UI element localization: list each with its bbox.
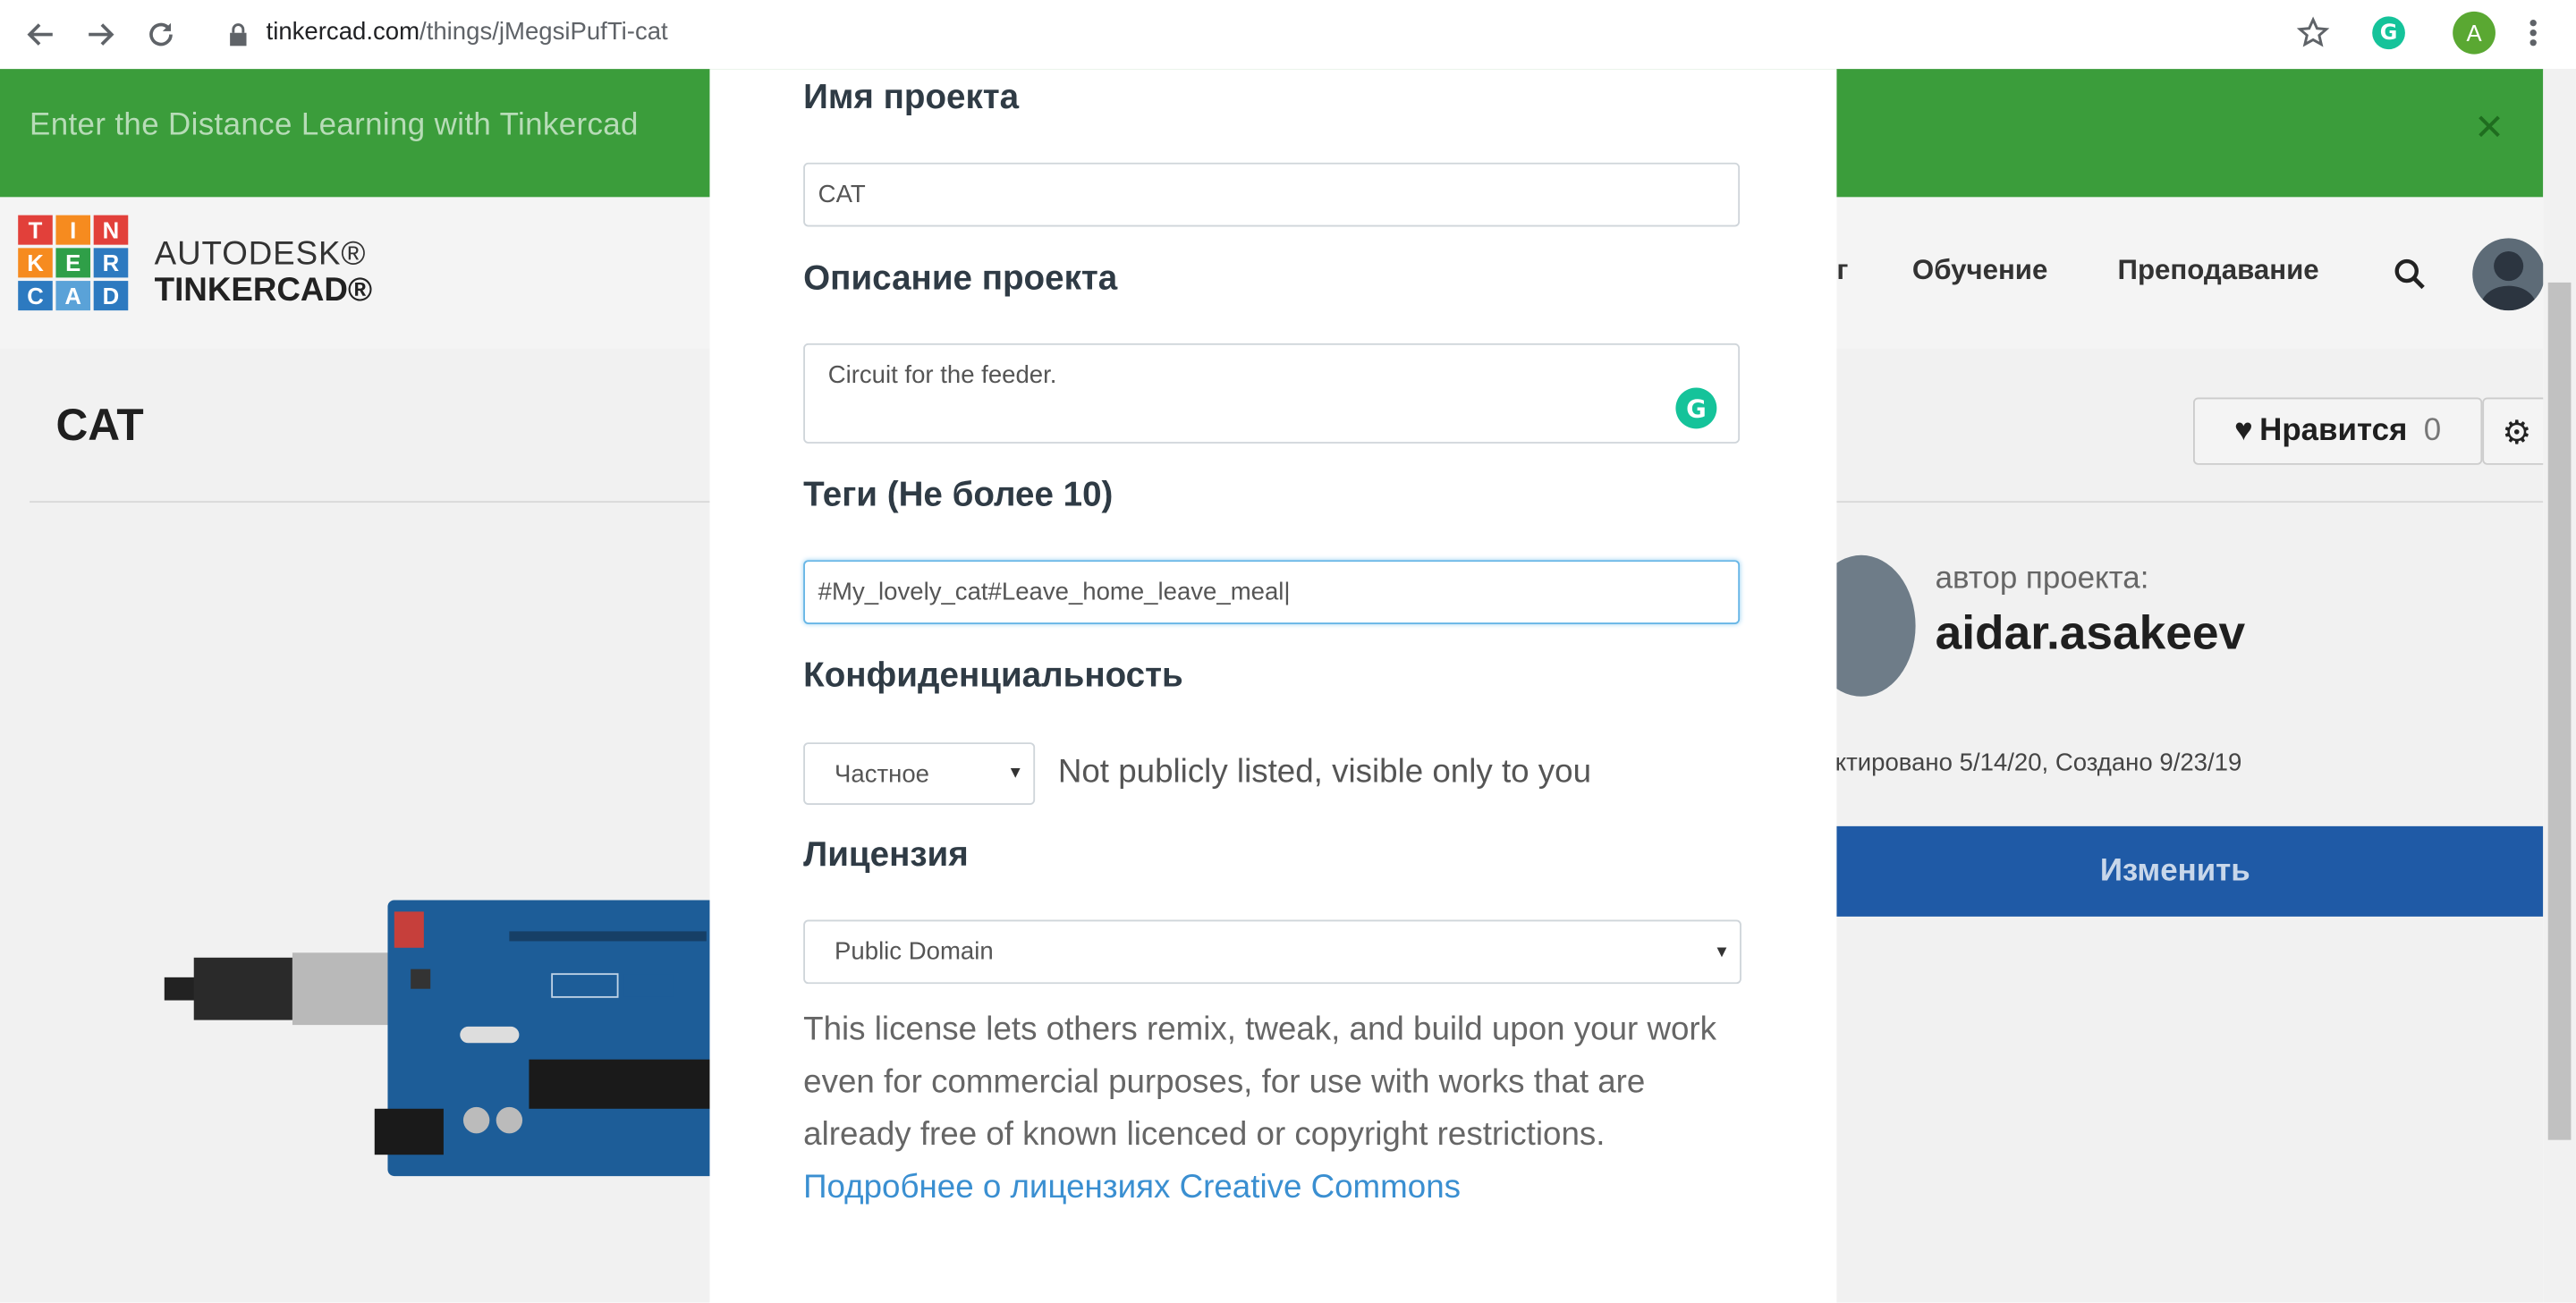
nav-item-partial[interactable]: г	[1836, 255, 1848, 288]
project-title: CAT	[55, 401, 144, 451]
logo-letter: A	[55, 281, 91, 311]
star-icon[interactable]	[2296, 16, 2330, 55]
profile-avatar[interactable]: A	[2453, 11, 2496, 55]
heart-icon: ♥	[2234, 412, 2253, 448]
license-description-text: This license lets others remix, tweak, a…	[803, 1011, 1717, 1154]
tags-label: Теги (Не более 10)	[803, 476, 1114, 514]
chevron-down-icon: ▼	[1007, 764, 1024, 783]
project-description-value: Circuit for the feeder.	[827, 361, 1057, 390]
grammarly-icon[interactable]: G	[1675, 387, 1717, 429]
like-count: 0	[2423, 412, 2442, 448]
logo-letter: T	[18, 215, 53, 245]
tinkercad-logo[interactable]: T I N K E R C A D	[18, 215, 129, 311]
arduino-board-image	[164, 895, 724, 1182]
nav-item-learn[interactable]: Обучение	[1912, 255, 2047, 288]
project-description-label: Описание проекта	[803, 259, 1118, 298]
brand-tinkercad: TINKERCAD®	[154, 272, 373, 309]
privacy-note: Not publicly listed, visible only to you	[1057, 754, 1592, 791]
like-button[interactable]: ♥ Нравится 0	[2192, 397, 2483, 465]
tags-input[interactable]: #My_lovely_cat#Leave_home_leave_meal|	[803, 560, 1741, 624]
tags-value: #My_lovely_cat#Leave_home_leave_meal|	[818, 578, 1291, 606]
project-name-value: CAT	[818, 181, 866, 209]
privacy-select-value: Частное	[835, 759, 929, 788]
project-dates: дактировано 5/14/20, Создано 9/23/19	[1807, 749, 2242, 777]
logo-letter: C	[18, 281, 53, 311]
project-name-label: Имя проекта	[803, 79, 1020, 117]
privacy-label: Конфиденциальность	[803, 656, 1183, 695]
close-icon[interactable]: ✕	[2474, 108, 2504, 149]
url-path: /things/jMegsiPufTi-cat	[419, 18, 668, 47]
logo-letter: N	[93, 215, 129, 245]
logo-letter: I	[55, 215, 91, 245]
license-info-link[interactable]: Подробнее о лицензиях Creative Commons	[803, 1170, 1461, 1206]
page-scrollbar-thumb[interactable]	[2547, 282, 2572, 1140]
nav-item-teach[interactable]: Преподавание	[2118, 255, 2319, 288]
chevron-down-icon: ▼	[1713, 943, 1731, 961]
project-name-input[interactable]: CAT	[803, 162, 1741, 227]
logo-letter: E	[55, 248, 91, 278]
menu-dots-icon[interactable]	[2527, 16, 2540, 55]
screen: tinkercad.com/things/jMegsiPufTi-cat G A…	[0, 0, 2576, 1303]
address-bar[interactable]: tinkercad.com/things/jMegsiPufTi-cat	[267, 18, 668, 46]
license-description: This license lets others remix, tweak, a…	[803, 1003, 1756, 1214]
settings-button[interactable]: ⚙	[2482, 397, 2552, 465]
promo-banner-text[interactable]: Enter the Distance Learning with Tinkerc…	[30, 108, 639, 144]
author-name[interactable]: aidar.asakeev	[1936, 608, 2246, 663]
project-description-textarea[interactable]: Circuit for the feeder.	[803, 343, 1741, 444]
edit-button[interactable]: Изменить	[1807, 825, 2544, 917]
logo-letter: D	[93, 281, 129, 311]
gear-icon: ⚙	[2502, 411, 2532, 452]
brand-autodesk: AUTODESK®	[154, 236, 367, 273]
privacy-select[interactable]: Частное ▼	[803, 742, 1036, 805]
forward-icon[interactable]	[79, 13, 122, 56]
logo-letter: K	[18, 248, 53, 278]
search-icon[interactable]	[2394, 258, 2427, 297]
reload-icon[interactable]	[140, 13, 182, 56]
license-select[interactable]: Public Domain ▼	[803, 919, 1741, 985]
grammarly-extension-icon[interactable]: G	[2372, 16, 2405, 50]
lock-icon	[228, 21, 248, 53]
url-host: tinkercad.com	[266, 18, 420, 47]
license-select-value: Public Domain	[835, 937, 994, 966]
author-label: автор проекта:	[1935, 562, 2149, 597]
like-label: Нравится	[2259, 412, 2408, 448]
license-label: Лицензия	[803, 835, 969, 875]
back-icon[interactable]	[20, 13, 63, 56]
user-avatar[interactable]	[2472, 238, 2546, 311]
logo-letter: R	[93, 248, 129, 278]
